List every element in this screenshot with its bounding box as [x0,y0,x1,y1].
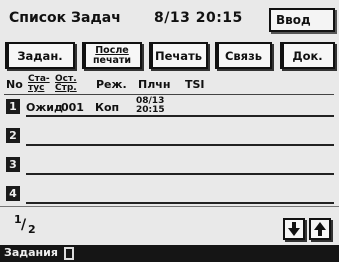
arrow-up-icon [314,222,326,236]
row-number: 4 [6,186,20,201]
column-tsi: TSI [185,78,205,91]
column-pages-line2: Стр. [55,83,77,93]
tab-after-print[interactable]: После печати [82,42,142,69]
job-row[interactable]: 3 [6,153,334,175]
tab-print[interactable]: Печать [149,42,208,69]
document-icon[interactable] [64,247,74,260]
job-row[interactable]: 2 [6,124,334,146]
job-status: Ожид [26,101,63,114]
tab-marker [82,42,86,69]
row-number: 3 [6,157,20,172]
job-clock: 20:15 [136,105,165,115]
column-status: Ста- тус [28,75,50,93]
column-pages: Ост. Стр. [55,75,77,93]
column-header: No Ста- тус Ост. Стр. Реж. Плчн TSI [4,75,334,95]
tab-document[interactable]: Док. [280,42,335,69]
tab-marker [215,42,219,69]
enter-button[interactable]: Ввод [269,8,335,32]
job-list-screen: Список Задач 8/13 20:15 Ввод Задан. Посл… [0,0,339,262]
status-bar-label: Задания [4,246,58,259]
tab-document-label: Док. [292,48,323,63]
job-time: 08/13 20:15 [136,97,165,115]
tab-print-label: Печать [154,48,203,63]
column-no: No [6,78,23,91]
row-divider [26,173,334,175]
job-pages: 001 [61,101,84,114]
column-time: Плчн [138,78,171,91]
row-divider [26,202,334,204]
tab-jobs[interactable]: Задан. [5,42,75,69]
date-time-display: 8/13 20:15 [154,10,243,26]
row-number: 2 [6,128,20,143]
scroll-down-button[interactable] [283,218,305,240]
column-mode: Реж. [96,78,127,91]
row-number: 1 [6,99,20,114]
tab-active-marker [5,42,9,69]
tab-marker [280,42,284,69]
arrow-down-icon [288,222,300,236]
row-divider [26,144,334,146]
footer-divider [0,206,339,207]
tab-communication[interactable]: Связь [215,42,272,69]
status-bar: Задания [0,245,339,262]
tab-after-print-label-line2: печати [92,54,132,66]
page-total: 2 [28,223,36,236]
job-row[interactable]: 4 [6,182,334,204]
row-divider [26,115,334,117]
job-mode: Коп [95,101,120,114]
tab-marker [149,42,153,69]
job-row[interactable]: 1 Ожид 001 Коп 08/13 20:15 [6,95,334,117]
tab-communication-label: Связь [224,48,263,63]
column-status-line2: тус [28,83,45,93]
page-slash: / [21,217,27,233]
header-bar: Список Задач 8/13 20:15 Ввод [3,3,336,33]
scroll-up-button[interactable] [309,218,331,240]
tab-jobs-label: Задан. [17,48,63,63]
page-title: Список Задач [9,10,121,26]
tab-after-print-label-line1: После [95,44,129,56]
